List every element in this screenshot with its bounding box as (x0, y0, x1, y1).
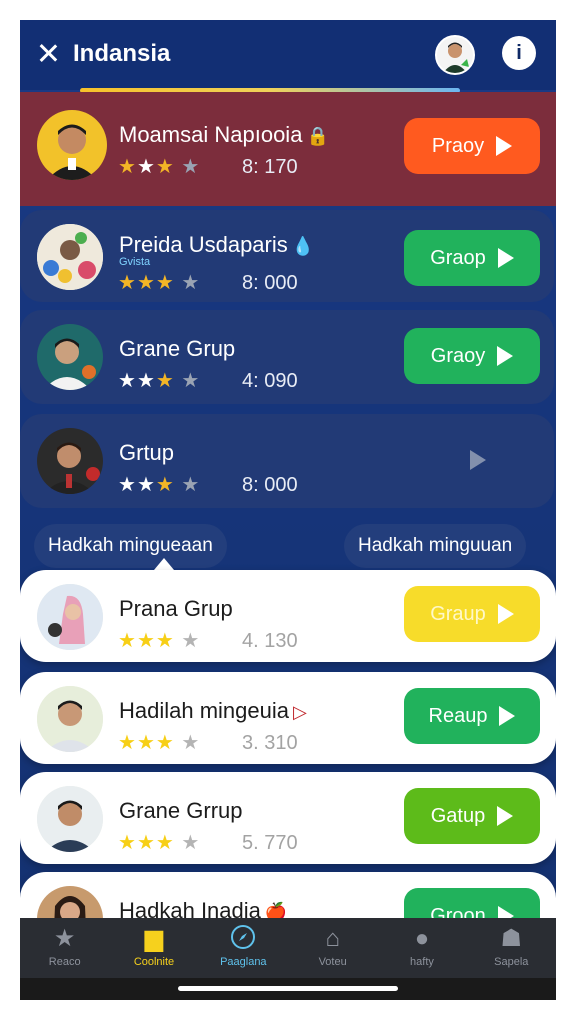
tab-paaglana[interactable]: Paaglana (199, 918, 288, 978)
avatar (37, 686, 103, 752)
pointer-triangle (154, 558, 174, 570)
close-icon[interactable] (37, 42, 59, 64)
group-row-3[interactable]: Grane Grup ★★★ ★ 4: 090 Graoy (20, 310, 554, 404)
rating-stars: ★★★ ★ (118, 156, 201, 178)
avatar (37, 786, 103, 852)
play-button[interactable]: Gatup (404, 788, 540, 844)
group-row-7[interactable]: Grane Grrup ★★★ ★ 5. 770 Gatup (20, 772, 556, 864)
group-row-4[interactable]: Grtup ★★★ ★ 8: 000 (20, 414, 554, 508)
play-outline-icon: ▷ (293, 702, 307, 722)
group-name: Moamsai Napıooia 🔒 (119, 122, 329, 147)
chat-icon: ● (414, 925, 430, 952)
play-icon (497, 346, 514, 366)
play-button[interactable]: Graup (404, 586, 540, 642)
shop-icon: ▆ (144, 925, 164, 952)
avatar (37, 110, 107, 180)
rating-stars: ★★★ ★ (118, 832, 201, 854)
group-score: 8: 000 (242, 474, 298, 496)
profile-avatar[interactable] (435, 35, 475, 75)
group-name: Grane Grrup (119, 798, 243, 823)
rating-stars: ★★★ ★ (118, 630, 201, 652)
rating-stars: ★★★ ★ (118, 732, 201, 754)
group-score: 4: 090 (242, 370, 298, 392)
lock-icon: 🔒 (306, 126, 329, 146)
rating-stars: ★★★ ★ (118, 474, 201, 496)
header-bar: Indansia i (20, 20, 556, 90)
group-row-1[interactable]: Moamsai Napıooia 🔒 ★★★ ★ 8: 170 Praoy (20, 92, 556, 206)
avatar (37, 428, 103, 494)
play-icon (497, 806, 514, 826)
group-name: Prana Grup (119, 596, 233, 621)
filter-pill-2[interactable]: Hadkah minguuan (344, 524, 527, 568)
group-score: 8: 000 (242, 272, 298, 294)
play-icon (470, 450, 486, 470)
house-icon: ⌂ (325, 925, 340, 952)
play-icon (496, 136, 513, 156)
tab-voteu[interactable]: ⌂ Voteu (288, 918, 377, 978)
play-icon (499, 706, 516, 726)
group-row-6[interactable]: Hadilah mingeuia ▷ ★★★ ★ 3. 310 Reaup (20, 672, 556, 764)
tab-coolnite[interactable]: ▆ Coolnite (109, 918, 198, 978)
group-subtag: Gvista (119, 256, 151, 268)
people-icon: ☗ (500, 925, 523, 952)
group-row-5[interactable]: Prana Grup ★★★ ★ 4. 130 Graup (20, 570, 556, 662)
play-button[interactable]: Praoy (404, 118, 540, 174)
avatar (37, 324, 103, 390)
home-indicator[interactable] (178, 986, 398, 991)
play-button[interactable] (404, 432, 540, 488)
avatar (37, 224, 103, 290)
rating-stars: ★★★ ★ (118, 272, 201, 294)
tab-reaco[interactable]: ★ Reaco (20, 918, 109, 978)
group-score: 4. 130 (242, 630, 298, 652)
play-button[interactable]: Graoy (404, 328, 540, 384)
compass-icon (199, 924, 288, 954)
play-button[interactable]: Graop (404, 230, 540, 286)
drop-icon: 💧 (291, 236, 315, 256)
tab-sapela[interactable]: ☗ Sapela (467, 918, 556, 978)
filter-pill-1[interactable]: Hadkah mingueaan (34, 524, 227, 568)
app-screen: Indansia i Moamsai Napıooia 🔒 ★★★ ★ 8: 17… (20, 20, 556, 1000)
avatar (37, 584, 103, 650)
group-row-2[interactable]: Preida Usdaparis 💧 Gvista ★★★ ★ 8: 000 Gr… (20, 210, 554, 302)
group-name: Grane Grup (119, 336, 236, 361)
rating-stars: ★★★ ★ (118, 370, 201, 392)
play-icon (497, 248, 514, 268)
group-name: Hadilah mingeuia ▷ (119, 698, 307, 723)
star-icon: ★ (53, 925, 76, 952)
play-icon (497, 604, 514, 624)
info-button[interactable]: i (502, 36, 536, 70)
home-strip (20, 978, 556, 1000)
group-score: 3. 310 (242, 732, 298, 754)
group-score: 8: 170 (242, 156, 298, 178)
tab-hafty[interactable]: ● hafty (377, 918, 466, 978)
group-name: Grtup (119, 440, 175, 465)
group-score: 5. 770 (242, 832, 298, 854)
bottom-tab-bar: ★ Reaco ▆ Coolnite Paaglana ⌂ Voteu ● ha… (20, 918, 556, 978)
group-name: Preida Usdaparis 💧 (119, 232, 315, 257)
page-title: Indansia (73, 40, 171, 67)
play-button[interactable]: Reaup (404, 688, 540, 744)
